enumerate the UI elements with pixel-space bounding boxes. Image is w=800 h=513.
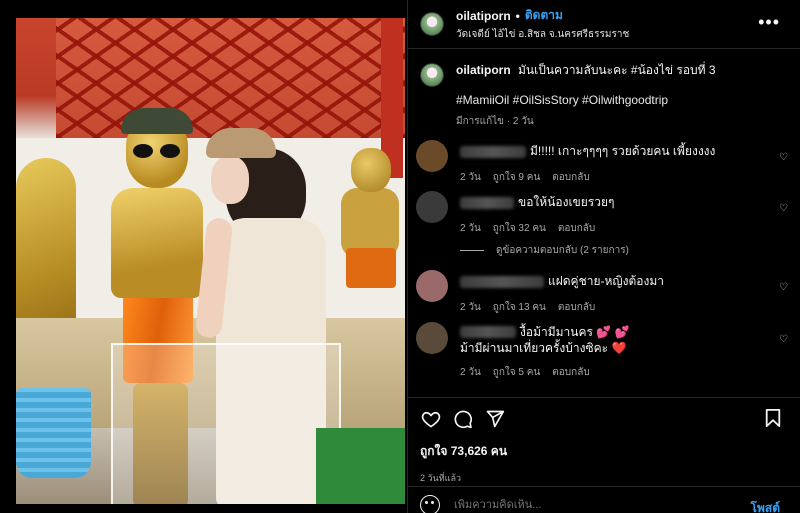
- post-caption: oilatiporn มันเป็นความลับนะคะ #น้องไข่ ร…: [408, 50, 800, 129]
- post-comment-button[interactable]: โพสต์: [751, 499, 780, 513]
- likes-count[interactable]: ถูกใจ 73,626 คน: [408, 442, 800, 461]
- commenter-avatar[interactable]: [416, 270, 448, 302]
- more-horizontal-icon[interactable]: •••: [758, 12, 780, 33]
- add-comment-bar: โพสต์: [408, 486, 800, 513]
- commenter-avatar[interactable]: [416, 140, 448, 172]
- comment-item: มี!!!!! เกาะๆๆๆๆ รวยด้วยคน เพี้ยงงงง 2 ว…: [416, 140, 792, 183]
- comment-text-continued: ม้ามีผ่านมาเที่ยวครั้งบ้างซิคะ: [460, 341, 609, 355]
- post-actions-section: ถูกใจ 73,626 คน 2 วันที่แล้ว: [408, 397, 800, 485]
- reply-button[interactable]: ตอบกลับ: [558, 221, 595, 236]
- dot-separator: •: [515, 8, 520, 23]
- author-username[interactable]: oilatiporn: [456, 9, 511, 23]
- comment-item: ขอให้น้องเขยรวยๆ 2 วัน ถูกใจ 32 คน ตอบกลับ…: [416, 191, 792, 234]
- comment-likes[interactable]: ถูกใจ 32 คน: [493, 221, 546, 236]
- view-replies-label: ดูข้อความตอบกลับ (2 รายการ): [496, 245, 629, 256]
- follow-button[interactable]: ติดตาม: [525, 6, 563, 25]
- small-golden-statue: [341, 138, 401, 338]
- post-location[interactable]: วัดเจดีย์ ไอ้ไข่ อ.สิชล จ.นครศรีธรรมราช: [456, 27, 629, 42]
- heart-outline-icon[interactable]: ♡: [779, 203, 788, 214]
- comment-emoji: 💕 💕: [596, 325, 630, 339]
- post-media-pane: [0, 0, 407, 513]
- replies-divider-line: [460, 250, 484, 251]
- comment-time: 2 วัน: [460, 302, 481, 313]
- post-photo[interactable]: [16, 18, 405, 504]
- emoji-icon[interactable]: [420, 495, 440, 513]
- comment-text: แฝดคู่ชาย-หญิงต้องมา: [548, 274, 664, 288]
- comment-text: งื้อม้ามีมานคร: [520, 325, 593, 339]
- comment-time: 2 วัน: [460, 172, 481, 183]
- commenter-username-redacted[interactable]: [460, 275, 544, 288]
- green-floor: [316, 428, 405, 504]
- comment-icon[interactable]: [452, 408, 474, 430]
- commenter-avatar[interactable]: [416, 322, 448, 354]
- caption-hashtags[interactable]: #MamiiOil #OilSisStory #Oilwithgoodtrip: [456, 93, 716, 108]
- heart-outline-icon[interactable]: ♡: [779, 334, 788, 345]
- comment-item: แฝดคู่ชาย-หญิงต้องมา 2 วัน ถูกใจ 13 คน ตอบ…: [416, 270, 792, 313]
- comment-heart-emoji: ❤️: [611, 341, 627, 355]
- comment-time: 2 วัน: [460, 367, 481, 378]
- reply-button[interactable]: ตอบกลับ: [558, 300, 595, 315]
- caption-username[interactable]: oilatiporn: [456, 63, 511, 77]
- comment-item: งื้อม้ามีมานคร 💕 💕 ม้ามีผ่านมาเที่ยวครั้…: [416, 322, 792, 382]
- reply-button[interactable]: ตอบกลับ: [552, 365, 589, 380]
- reply-button[interactable]: ตอบกลับ: [552, 170, 589, 185]
- comments-feed[interactable]: oilatiporn มันเป็นความลับนะคะ #น้องไข่ ร…: [408, 50, 800, 397]
- caption-text: มันเป็นความลับนะคะ #น้องไข่ รอบที่ 3: [518, 63, 716, 77]
- commenter-avatar[interactable]: [416, 191, 448, 223]
- caption-avatar[interactable]: [420, 63, 444, 87]
- author-avatar[interactable]: [420, 12, 444, 36]
- action-bar: [408, 398, 800, 440]
- comment-input[interactable]: [454, 499, 724, 511]
- temple-roof: [56, 18, 405, 138]
- donation-box: [111, 343, 341, 504]
- view-replies-button[interactable]: ดูข้อความตอบกลับ (2 รายการ): [460, 243, 629, 258]
- comment-likes[interactable]: ถูกใจ 5 คน: [493, 365, 541, 380]
- bookmark-icon[interactable]: [764, 408, 782, 433]
- header-divider: [408, 48, 800, 49]
- heart-outline-icon[interactable]: ♡: [779, 282, 788, 293]
- post-header: oilatiporn • ติดตาม วัดเจดีย์ ไอ้ไข่ อ.ส…: [408, 0, 800, 48]
- comment-text: มี!!!!! เกาะๆๆๆๆ รวยด้วยคน เพี้ยงงงง: [530, 144, 716, 158]
- post-date: 2 วันที่แล้ว: [420, 473, 462, 483]
- comment-text: ขอให้น้องเขยรวยๆ: [518, 195, 615, 209]
- comment-likes[interactable]: ถูกใจ 9 คน: [493, 170, 541, 185]
- share-icon[interactable]: [484, 408, 506, 430]
- heart-outline-icon[interactable]: ♡: [779, 152, 788, 163]
- commenter-username-redacted[interactable]: [460, 145, 526, 158]
- comment-likes[interactable]: ถูกใจ 13 คน: [493, 300, 546, 315]
- post-sidebar: oilatiporn • ติดตาม วัดเจดีย์ ไอ้ไข่ อ.ส…: [407, 0, 800, 513]
- caption-meta: มีการแก้ไข · 2 วัน: [456, 116, 534, 127]
- commenter-username-redacted[interactable]: [460, 196, 514, 209]
- commenter-username-redacted[interactable]: [460, 326, 516, 338]
- comment-time: 2 วัน: [460, 223, 481, 234]
- heart-icon[interactable]: [420, 408, 442, 430]
- blue-basket: [16, 388, 91, 478]
